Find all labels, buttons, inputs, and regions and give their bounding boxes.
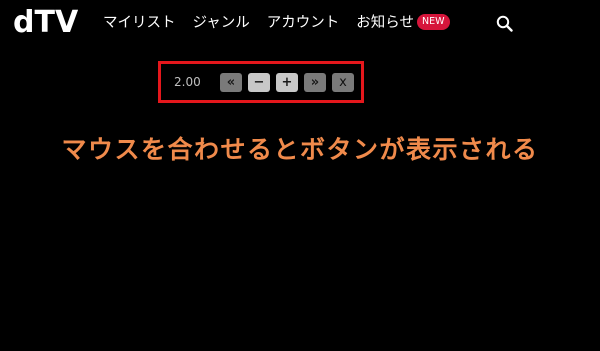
close-button[interactable]: x bbox=[332, 72, 354, 92]
new-badge: NEW bbox=[417, 14, 450, 30]
playback-speed-controls: 2.00 « − + » x bbox=[161, 64, 361, 100]
site-header: dTV マイリスト ジャンル アカウント お知らせ NEW bbox=[0, 0, 600, 46]
rewind-button[interactable]: « bbox=[220, 72, 242, 92]
speed-increase-button[interactable]: + bbox=[276, 72, 298, 92]
nav-item-account[interactable]: アカウント bbox=[267, 12, 340, 34]
nav-item-mylist[interactable]: マイリスト bbox=[103, 12, 176, 34]
speed-decrease-button[interactable]: − bbox=[248, 72, 270, 92]
forward-button[interactable]: » bbox=[304, 72, 326, 92]
dtv-logo[interactable]: dTV bbox=[13, 6, 78, 40]
caption-text: マウスを合わせるとボタンが表示される bbox=[61, 135, 539, 164]
nav-item-news[interactable]: お知らせ bbox=[356, 12, 414, 34]
logo-text: dTV bbox=[13, 5, 79, 40]
speed-value: 2.00 bbox=[174, 75, 201, 89]
search-icon[interactable] bbox=[495, 14, 515, 34]
speed-controls-highlight: 2.00 « − + » x bbox=[158, 61, 364, 103]
page: dTV マイリスト ジャンル アカウント お知らせ NEW 2.00 « − +… bbox=[0, 0, 600, 351]
nav-item-genre[interactable]: ジャンル bbox=[193, 12, 250, 34]
main-nav: マイリスト ジャンル アカウント お知らせ NEW bbox=[103, 12, 450, 34]
nav-item-news-label: お知らせ bbox=[356, 15, 414, 31]
